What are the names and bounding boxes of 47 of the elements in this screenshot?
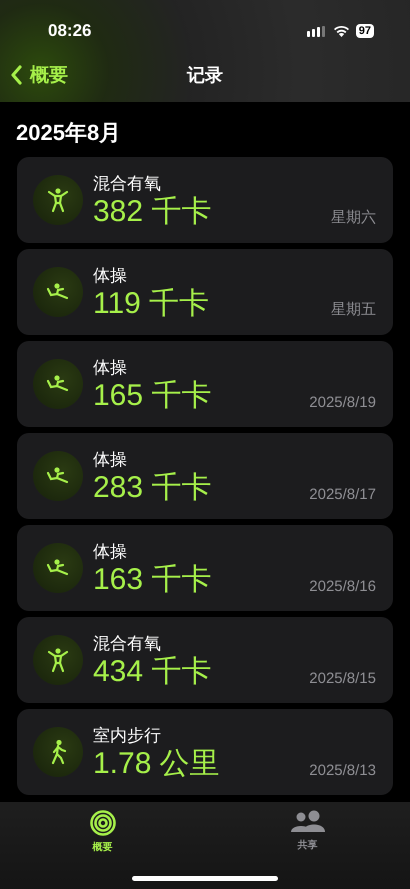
workout-name: 混合有氧 <box>93 172 161 194</box>
workout-card[interactable]: 体操 283 千卡 2025/8/17 <box>17 433 393 519</box>
signal-icon <box>306 26 327 36</box>
figure-walking-icon <box>49 739 67 765</box>
page-title: 记录 <box>187 64 223 87</box>
figure-stretching-icon <box>46 374 70 394</box>
workout-date: 2025/8/13 <box>309 762 376 779</box>
tab-item[interactable]: 概要 <box>72 810 132 858</box>
workout-value: 119 千卡 <box>93 286 210 320</box>
workout-date: 2025/8/17 <box>309 486 376 503</box>
status-time: 08:26 <box>48 21 92 41</box>
workout-date: 星期六 <box>331 208 376 227</box>
tab-item[interactable]: 共享 <box>278 810 338 858</box>
workout-value: 163 千卡 <box>93 562 212 596</box>
figure-arms-raised-icon <box>47 187 69 213</box>
workout-name: 体操 <box>93 448 127 470</box>
workout-value: 165 千卡 <box>93 378 212 412</box>
workout-card[interactable]: 室内步行 1.78 公里 2025/8/13 <box>17 709 393 795</box>
month-heading: 2025年8月 <box>15 119 122 147</box>
figure-stretching-icon <box>46 282 70 302</box>
battery-level: 97 <box>356 24 374 38</box>
wifi-icon <box>332 25 350 37</box>
people-icon <box>290 810 324 834</box>
workout-name: 体操 <box>93 540 127 562</box>
workout-date: 2025/8/16 <box>309 578 376 595</box>
figure-stretching-icon <box>46 558 70 578</box>
workout-date: 2025/8/19 <box>309 394 376 411</box>
figure-arms-raised-icon <box>47 647 69 673</box>
workout-value: 1.78 公里 <box>93 746 220 780</box>
workout-name: 混合有氧 <box>93 632 161 654</box>
workout-date: 星期五 <box>331 300 376 319</box>
workout-card[interactable]: 体操 119 千卡 星期五 <box>17 249 393 335</box>
workout-name: 体操 <box>93 356 127 378</box>
activity-rings-icon <box>90 810 116 836</box>
workout-card[interactable]: 体操 163 千卡 2025/8/16 <box>17 525 393 611</box>
back-button[interactable]: 概要 <box>0 62 68 88</box>
workout-card[interactable]: 混合有氧 382 千卡 星期六 <box>17 157 393 243</box>
workout-card[interactable]: 体操 165 千卡 2025/8/19 <box>17 341 393 427</box>
figure-stretching-icon <box>46 466 70 486</box>
workout-name: 体操 <box>93 264 127 286</box>
workout-value: 283 千卡 <box>93 470 212 504</box>
workout-name: 室内步行 <box>93 724 161 746</box>
workout-value: 434 千卡 <box>93 654 212 688</box>
workout-value: 382 千卡 <box>93 194 212 228</box>
workout-card[interactable]: 混合有氧 434 千卡 2025/8/15 <box>17 617 393 703</box>
workout-date: 2025/8/15 <box>309 670 376 687</box>
chevron-left-icon <box>10 65 22 85</box>
